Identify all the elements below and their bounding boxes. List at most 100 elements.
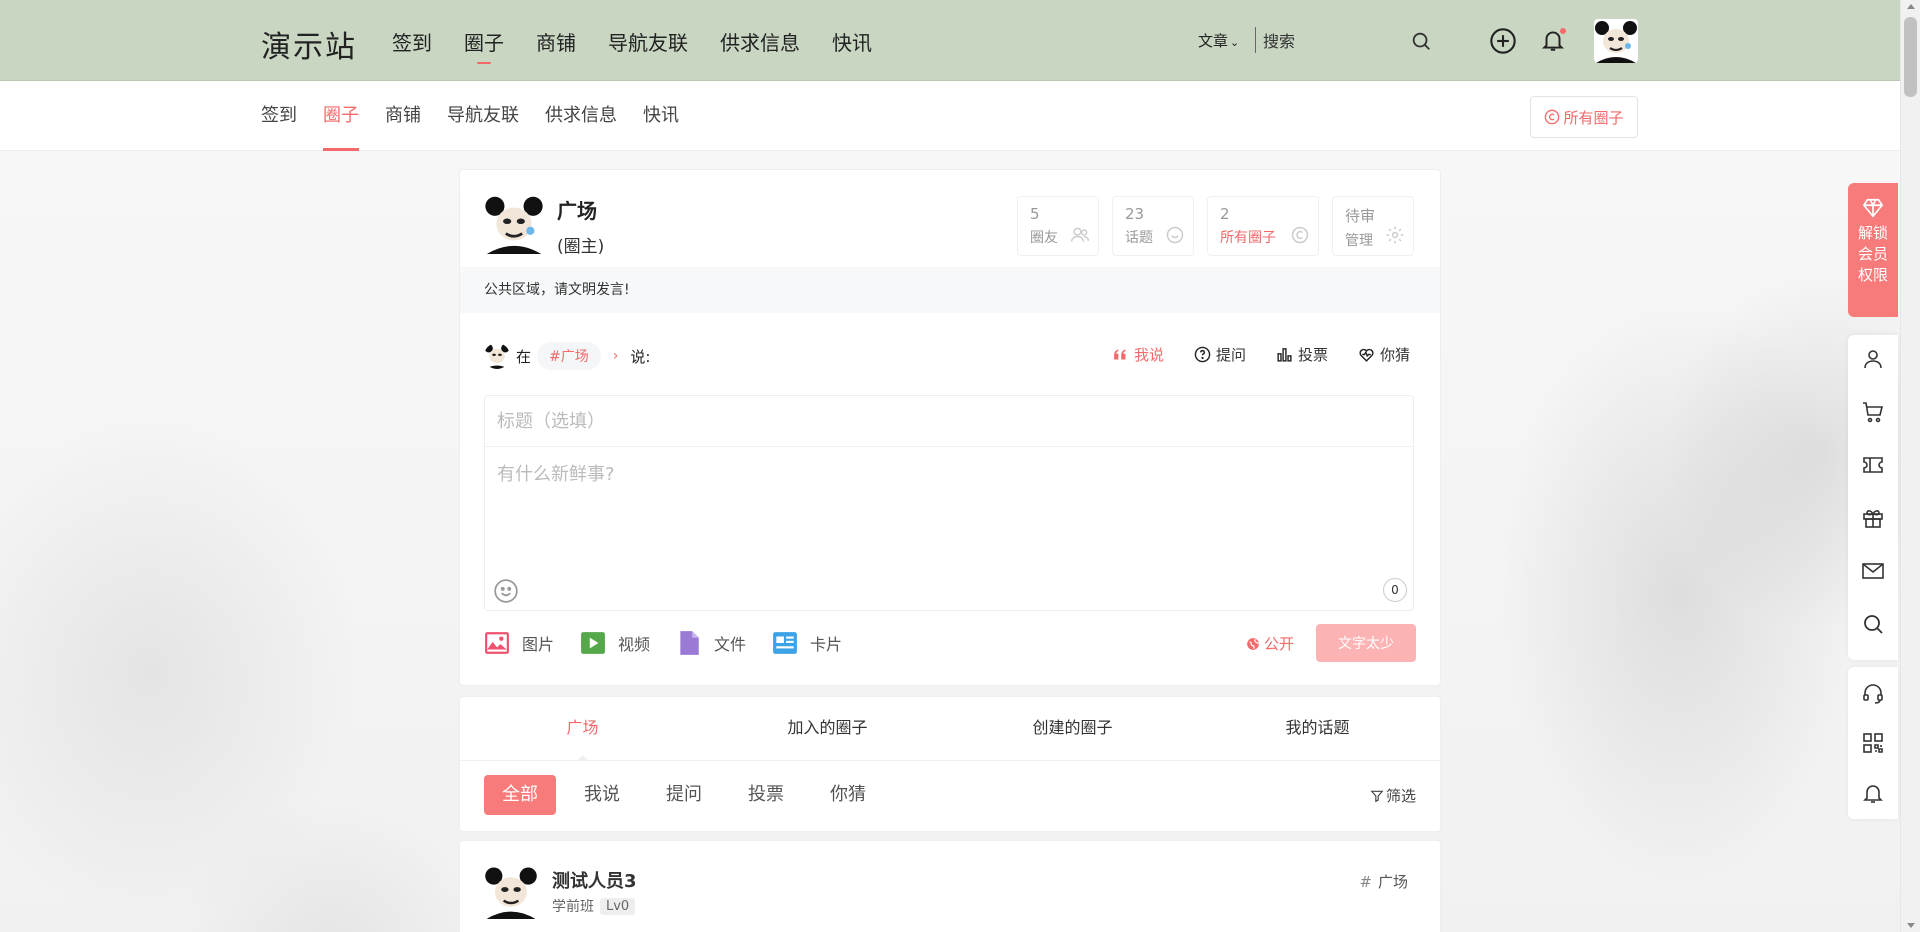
sub-nav-item-links[interactable]: 导航友联 <box>447 81 519 151</box>
attach-image-button[interactable]: 图片 <box>484 630 554 656</box>
post-content-input[interactable] <box>485 448 1413 568</box>
composer-target: 在 #广场 › 说: <box>484 342 650 370</box>
stat-topics-count: 23 <box>1125 205 1145 223</box>
scroll-thumb[interactable] <box>1904 17 1917 97</box>
post-title-input[interactable] <box>485 396 1413 447</box>
globe-icon <box>1247 637 1259 650</box>
heart-pulse-icon <box>1359 348 1374 362</box>
submit-button[interactable]: 文字太少 <box>1316 624 1416 662</box>
filter-say[interactable]: 我说 <box>566 775 638 815</box>
tab-joined-circles[interactable]: 加入的圈子 <box>705 697 950 760</box>
filter-all[interactable]: 全部 <box>484 775 556 815</box>
sub-nav: 签到 圈子 商铺 导航友联 供求信息 快讯 <box>261 81 679 151</box>
emoji-icon[interactable] <box>493 578 519 604</box>
search-type-label: 文章 <box>1198 32 1229 50</box>
headset-icon[interactable] <box>1861 681 1885 705</box>
stat-all-circles[interactable]: 2 所有圈子 <box>1207 196 1319 256</box>
top-nav-item-supply[interactable]: 供求信息 <box>720 27 800 56</box>
post-type-say-label: 我说 <box>1133 346 1164 364</box>
attach-image-label: 图片 <box>522 635 555 654</box>
filter-guess[interactable]: 你猜 <box>812 775 884 815</box>
top-nav-item-shop[interactable]: 商铺 <box>536 27 576 56</box>
card-icon <box>773 632 797 654</box>
attach-card-button[interactable]: 卡片 <box>772 630 842 656</box>
top-nav-item-links[interactable]: 导航友联 <box>608 27 688 56</box>
post-type-tabs: 我说 提问 投票 你猜 <box>1112 344 1410 365</box>
post-card: 测试人员3 学前班 Lv0 # 广场 <box>459 840 1441 932</box>
side-toolbar <box>1848 335 1898 660</box>
sub-nav-item-supply[interactable]: 供求信息 <box>545 81 617 151</box>
circle-c-icon <box>1545 109 1560 125</box>
stat-members[interactable]: 5 圈友 <box>1017 196 1099 256</box>
tab-created-circles[interactable]: 创建的圈子 <box>950 697 1195 760</box>
search-icon[interactable] <box>1410 30 1432 52</box>
gift-icon[interactable] <box>1861 506 1885 530</box>
post-topic-label: 广场 <box>1377 873 1408 891</box>
search-input[interactable] <box>1263 28 1413 54</box>
vip-unlock-button[interactable]: 解锁会员权限 <box>1848 183 1898 317</box>
bell-icon[interactable] <box>1861 781 1885 805</box>
attach-video-button[interactable]: 视频 <box>580 630 650 656</box>
funnel-icon <box>1370 790 1384 802</box>
attach-video-label: 视频 <box>618 635 651 654</box>
attach-file-button[interactable]: 文件 <box>676 630 746 656</box>
chevron-right-icon[interactable]: › <box>613 348 619 364</box>
bar-chart-icon <box>1277 348 1292 362</box>
top-nav-item-checkin[interactable]: 签到 <box>392 27 432 56</box>
composer-in-label: 在 <box>516 347 532 366</box>
stat-all-circles-count: 2 <box>1220 205 1230 223</box>
chat-icon <box>1166 226 1184 244</box>
filter-button[interactable]: 筛选 <box>1370 785 1416 806</box>
tab-my-topics[interactable]: 我的话题 <box>1195 697 1440 760</box>
post-type-question[interactable]: 提问 <box>1194 344 1246 365</box>
top-nav-item-news[interactable]: 快讯 <box>832 27 872 56</box>
composer-topic-pill[interactable]: #广场 <box>537 342 601 370</box>
hash-icon: # <box>1359 873 1372 891</box>
visibility-toggle[interactable]: 公开 <box>1246 633 1294 654</box>
diamond-icon <box>1862 198 1884 218</box>
stat-topics[interactable]: 23 话题 <box>1112 196 1194 256</box>
cart-icon[interactable] <box>1861 400 1885 424</box>
post-type-question-label: 提问 <box>1215 346 1246 364</box>
feed-filter-tabs: 全部 我说 提问 投票 你猜 <box>484 775 884 815</box>
visibility-label: 公开 <box>1264 635 1295 653</box>
post-type-guess[interactable]: 你猜 <box>1358 344 1410 365</box>
composer-avatar <box>484 343 510 369</box>
circle-avatar[interactable] <box>484 194 544 254</box>
post-type-vote[interactable]: 投票 <box>1276 344 1328 365</box>
sub-nav-item-shop[interactable]: 商铺 <box>385 81 421 151</box>
scroll-up-arrow[interactable] <box>1907 4 1915 9</box>
ticket-icon[interactable] <box>1861 453 1885 477</box>
search-type-select[interactable]: 文章 ⌄ <box>1198 30 1239 51</box>
user-avatar[interactable] <box>1594 19 1638 63</box>
qrcode-icon[interactable] <box>1861 731 1885 755</box>
top-nav-item-circle[interactable]: 圈子 <box>464 27 504 64</box>
vip-unlock-label: 解锁会员权限 <box>1858 224 1889 284</box>
notification-dot <box>1560 28 1566 34</box>
mail-icon[interactable] <box>1861 559 1885 583</box>
tab-plaza[interactable]: 广场 <box>460 697 705 761</box>
post-author-avatar[interactable] <box>484 865 538 919</box>
site-logo[interactable]: 演示站 <box>261 22 357 66</box>
post-author-name[interactable]: 测试人员3 <box>552 867 637 893</box>
post-topic-link[interactable]: # 广场 <box>1359 871 1408 892</box>
post-type-guess-label: 你猜 <box>1379 346 1410 364</box>
sub-nav-item-news[interactable]: 快讯 <box>643 81 679 151</box>
feed-tabs-card: 广场 加入的圈子 创建的圈子 我的话题 全部 我说 提问 投票 你猜 筛选 <box>459 696 1441 832</box>
stat-manage[interactable]: 待审 管理 <box>1332 196 1414 256</box>
stat-members-count: 5 <box>1030 205 1040 223</box>
filter-vote[interactable]: 投票 <box>730 775 802 815</box>
filter-button-label: 筛选 <box>1385 787 1416 805</box>
sub-nav-item-circle[interactable]: 圈子 <box>323 81 359 151</box>
sub-nav-item-checkin[interactable]: 签到 <box>261 81 297 151</box>
page-scrollbar[interactable] <box>1900 0 1920 932</box>
users-icon <box>1070 227 1090 242</box>
scroll-down-arrow[interactable] <box>1907 923 1915 928</box>
filter-question[interactable]: 提问 <box>648 775 720 815</box>
search-icon[interactable] <box>1861 612 1885 636</box>
post-type-say[interactable]: 我说 <box>1112 344 1164 365</box>
user-icon[interactable] <box>1861 347 1885 371</box>
all-circles-button[interactable]: 所有圈子 <box>1530 96 1638 138</box>
image-icon <box>485 632 509 654</box>
plus-circle-icon[interactable] <box>1489 27 1517 55</box>
